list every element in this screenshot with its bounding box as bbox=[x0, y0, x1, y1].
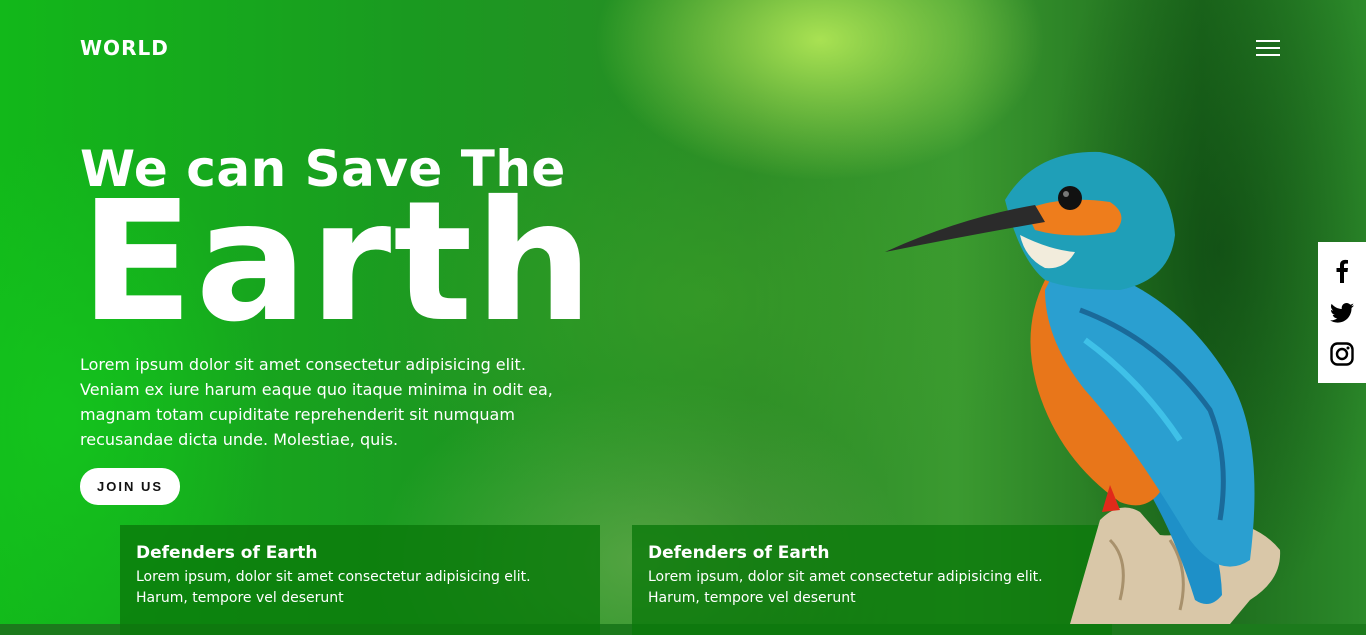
join-us-button[interactable]: JOIN US bbox=[80, 468, 180, 505]
facebook-icon[interactable] bbox=[1329, 258, 1355, 284]
instagram-icon[interactable] bbox=[1329, 341, 1355, 367]
hamburger-menu-icon[interactable] bbox=[1256, 40, 1284, 60]
hero-title-line2: Earth bbox=[80, 166, 595, 359]
site-logo[interactable]: WORLD bbox=[80, 36, 169, 60]
social-bar bbox=[1318, 242, 1366, 383]
hero-description: Lorem ipsum dolor sit amet consectetur a… bbox=[80, 355, 553, 449]
kingfisher-bird-image bbox=[885, 151, 1281, 624]
twitter-icon[interactable] bbox=[1329, 300, 1355, 326]
feature-card: Defenders of Earth Lorem ipsum, dolor si… bbox=[120, 525, 600, 635]
card-title: Defenders of Earth bbox=[136, 543, 318, 563]
card-text: Lorem ipsum, dolor sit amet consectetur … bbox=[136, 569, 531, 606]
